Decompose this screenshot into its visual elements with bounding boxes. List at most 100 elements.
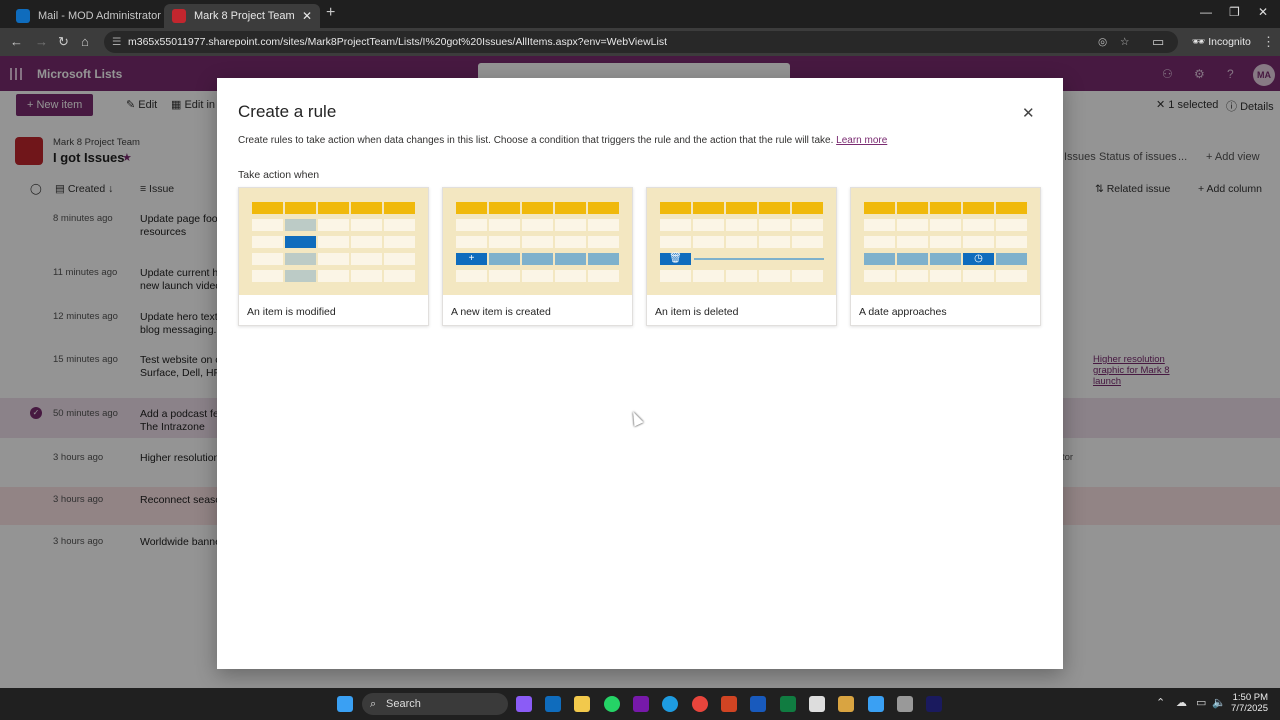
grid-cell — [693, 270, 724, 282]
trash-icon: 🗑 — [669, 253, 682, 264]
grid-cell — [726, 202, 757, 214]
taskbar: ⌕ Search ⌃ ☁ ▭ 🔈 1:50 PM 7/7/2025 — [0, 688, 1280, 720]
option-item-deleted[interactable]: 🗑 An item is deleted — [646, 187, 837, 326]
app-icon[interactable] — [838, 696, 854, 712]
grid-cell — [456, 202, 487, 214]
tab-sharepoint[interactable]: Mark 8 Project Team - I got Issu ✕ — [164, 4, 320, 28]
grid-cell — [522, 219, 553, 231]
grid-cell — [930, 219, 961, 231]
notepad-icon[interactable] — [868, 696, 884, 712]
grid-cell — [996, 270, 1027, 282]
grid-cell — [555, 253, 586, 265]
lists-icon — [172, 9, 186, 23]
url-field[interactable]: ☰ m365x55011977.sharepoint.com/sites/Mar… — [104, 31, 1178, 53]
grid-cell — [726, 236, 757, 248]
grid-cell — [522, 236, 553, 248]
browser-menu-icon[interactable]: ⋮ — [1262, 34, 1275, 50]
reload-icon[interactable]: ↻ — [58, 34, 69, 50]
grid-cell — [456, 219, 487, 231]
grid-cell — [660, 270, 691, 282]
option-date-approaches[interactable]: ◷ A date approaches — [850, 187, 1041, 326]
word-icon[interactable] — [750, 696, 766, 712]
grid-cell — [489, 236, 520, 248]
eye-off-icon[interactable]: ◎ — [1098, 31, 1107, 53]
grid-cell — [930, 270, 961, 282]
modified-item-illustration — [239, 188, 428, 295]
forward-icon[interactable]: → — [35, 34, 48, 49]
start-icon[interactable] — [337, 696, 353, 712]
restore-icon[interactable]: ❐ — [1229, 5, 1240, 19]
create-rule-dialog: Create a rule ✕ Create rules to take act… — [217, 78, 1063, 669]
close-icon[interactable]: ✕ — [1022, 104, 1035, 122]
grid-cell — [996, 219, 1027, 231]
grid-cell — [456, 236, 487, 248]
back-icon[interactable]: ← — [10, 34, 23, 49]
grid-cell — [897, 219, 928, 231]
option-item-modified[interactable]: An item is modified — [238, 187, 429, 326]
whatsapp-icon[interactable] — [604, 696, 620, 712]
site-info-icon[interactable]: ☰ — [112, 31, 121, 53]
tab-search-icon[interactable]: ▭ — [1152, 34, 1164, 50]
premiere-icon[interactable] — [926, 696, 942, 712]
grid-cell — [384, 202, 415, 214]
close-window-icon[interactable]: ✕ — [1258, 5, 1268, 19]
app-icon-2[interactable] — [897, 696, 913, 712]
grid-cell — [285, 236, 316, 248]
grid-cell — [897, 236, 928, 248]
clock[interactable]: 1:50 PM 7/7/2025 — [1226, 692, 1268, 714]
grid-cell — [930, 253, 961, 265]
file-explorer-icon[interactable] — [574, 696, 590, 712]
plus-icon: + — [468, 253, 475, 264]
copilot-icon[interactable] — [516, 696, 532, 712]
network-icon[interactable]: ▭ — [1196, 696, 1206, 709]
close-tab-icon[interactable]: ✕ — [296, 9, 312, 23]
grid-cell — [963, 236, 994, 248]
grid-cell — [792, 219, 823, 231]
option-label: A new item is created — [451, 306, 551, 318]
powerpoint-icon[interactable] — [721, 696, 737, 712]
clock-date: 7/7/2025 — [1231, 703, 1268, 714]
grid-cell — [726, 219, 757, 231]
chrome-icon[interactable] — [692, 696, 708, 712]
option-label: An item is modified — [247, 306, 336, 318]
onedrive-icon[interactable]: ☁ — [1176, 696, 1187, 709]
grid-cell — [963, 219, 994, 231]
option-new-item-created[interactable]: + A new item is created — [442, 187, 633, 326]
edge-icon[interactable] — [662, 696, 678, 712]
bookmark-star-icon[interactable]: ☆ — [1120, 31, 1129, 53]
tab-title: Mark 8 Project Team - I got Issu — [194, 10, 296, 22]
excel-icon[interactable] — [780, 696, 796, 712]
tab-mail[interactable]: Mail - MOD Administrator - Ou ✕ — [8, 4, 162, 28]
grid-cell — [384, 253, 415, 265]
grid-cell — [864, 202, 895, 214]
learn-more-link[interactable]: Learn more — [836, 135, 887, 146]
snipping-tool-icon[interactable] — [809, 696, 825, 712]
taskbar-search[interactable]: ⌕ Search — [362, 693, 508, 715]
grid-cell — [555, 236, 586, 248]
clock-time: 1:50 PM — [1232, 692, 1268, 703]
minimize-icon[interactable]: — — [1200, 5, 1212, 19]
home-icon[interactable]: ⌂ — [81, 34, 89, 49]
grid-cell — [384, 219, 415, 231]
onenote-icon[interactable] — [633, 696, 649, 712]
grid-cell — [252, 270, 283, 282]
grid-cell — [351, 236, 382, 248]
tray-chevron-icon[interactable]: ⌃ — [1156, 696, 1165, 709]
grid-cell — [252, 219, 283, 231]
option-label: An item is deleted — [655, 306, 739, 318]
outlook-icon[interactable] — [545, 696, 561, 712]
grid-cell — [318, 253, 349, 265]
volume-icon[interactable]: 🔈 — [1212, 696, 1226, 709]
incognito-badge[interactable]: 🕶 Incognito — [1192, 35, 1251, 48]
grid-cell — [996, 253, 1027, 265]
grid-cell — [555, 219, 586, 231]
grid-cell — [318, 270, 349, 282]
grid-cell — [996, 202, 1027, 214]
new-tab-icon[interactable]: + — [326, 4, 335, 22]
deleted-item-illustration: 🗑 — [647, 188, 836, 295]
grid-cell — [522, 270, 553, 282]
grid-cell — [897, 270, 928, 282]
grid-cell — [660, 236, 691, 248]
incognito-label: Incognito — [1208, 36, 1251, 48]
grid-cell — [318, 236, 349, 248]
